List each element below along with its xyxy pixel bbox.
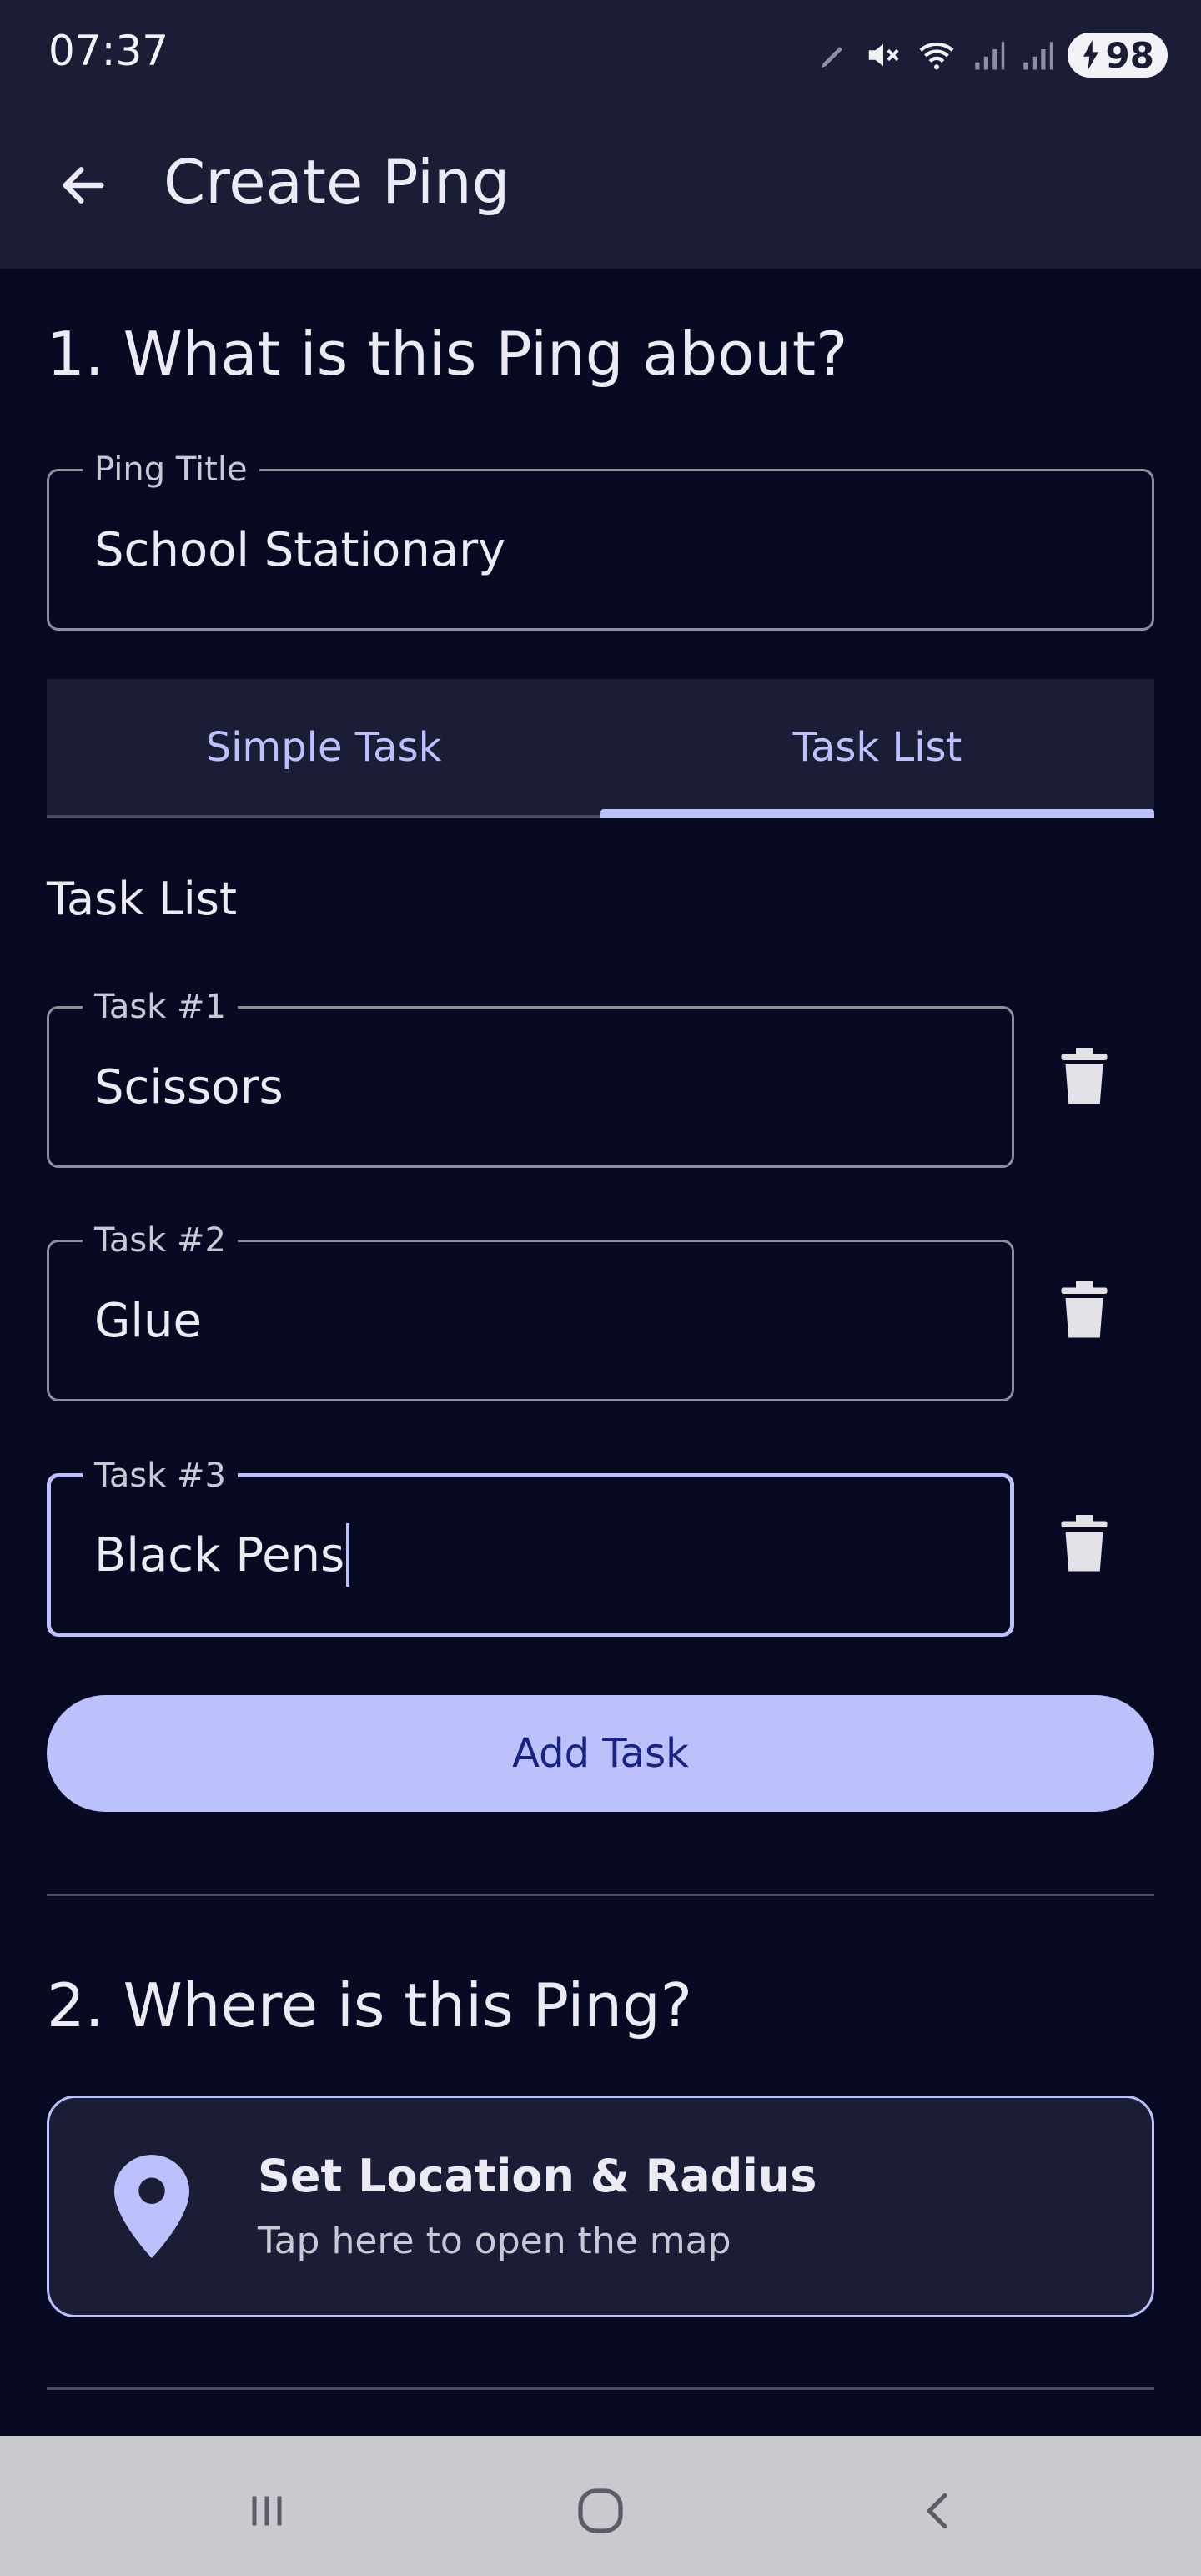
task-2-value: Glue: [94, 1293, 202, 1348]
page-title: Create Ping: [163, 147, 510, 217]
location-pin-icon: [114, 2155, 189, 2258]
section-divider: [47, 1894, 1154, 1896]
home-icon: [578, 2488, 623, 2533]
delete-task-1-button[interactable]: [1059, 1048, 1109, 1106]
system-navigation-bar: [0, 2436, 1201, 2576]
signal-icon: [1023, 42, 1053, 70]
recent-apps-icon: [252, 2496, 282, 2526]
task-1-value: Scissors: [94, 1059, 284, 1114]
task-type-tabs: Simple Task Task List: [47, 679, 1154, 818]
wifi-icon: [918, 42, 954, 70]
status-time: 07:37: [48, 27, 169, 75]
ping-title-field[interactable]: Ping Title School Stationary: [47, 451, 1154, 631]
section-divider: [47, 2387, 1154, 2390]
app-bar: Create Ping: [0, 103, 1201, 269]
tab-task-list[interactable]: Task List: [600, 679, 1154, 818]
delete-task-2-button[interactable]: [1059, 1281, 1109, 1340]
signal-icon: [974, 42, 1004, 70]
nav-back-button[interactable]: [897, 2469, 981, 2553]
task-2-field[interactable]: Task #2 Glue: [47, 1222, 1014, 1401]
status-icons: 98: [817, 30, 1168, 80]
arrow-back-icon: [63, 167, 104, 204]
trash-icon: [1061, 1048, 1108, 1104]
task-1-field[interactable]: Task #1 Scissors: [47, 989, 1014, 1168]
status-bar: 07:37 98: [0, 0, 1201, 103]
trash-icon: [1061, 1281, 1108, 1338]
ping-title-value: School Stationary: [94, 522, 506, 577]
section-title-where: 2. Where is this Ping?: [47, 1970, 692, 2040]
recent-apps-button[interactable]: [225, 2469, 309, 2553]
add-task-button[interactable]: Add Task: [47, 1695, 1154, 1812]
task-3-value: Black Pens: [94, 1477, 350, 1633]
trash-icon: [1061, 1515, 1108, 1572]
battery-indicator: 98: [1067, 33, 1168, 78]
task-3-field[interactable]: Task #3 Black Pens: [47, 1457, 1014, 1637]
battery-charging-icon: [1083, 40, 1098, 70]
set-location-card[interactable]: Set Location & Radius Tap here to open t…: [47, 2096, 1154, 2317]
back-icon: [927, 2493, 947, 2529]
text-cursor: [346, 1523, 350, 1587]
location-card-subtitle: Tap here to open the map: [258, 2220, 731, 2262]
battery-level: 98: [1105, 34, 1154, 76]
section-title-about: 1. What is this Ping about?: [47, 319, 848, 389]
task-list-heading: Task List: [47, 873, 238, 925]
delete-task-3-button[interactable]: [1059, 1515, 1109, 1573]
home-button[interactable]: [559, 2469, 642, 2553]
back-button[interactable]: [42, 143, 125, 227]
mute-icon: [868, 43, 899, 67]
pencil-icon: [821, 47, 842, 68]
tab-simple-task[interactable]: Simple Task: [47, 679, 600, 815]
location-card-title: Set Location & Radius: [258, 2150, 817, 2202]
